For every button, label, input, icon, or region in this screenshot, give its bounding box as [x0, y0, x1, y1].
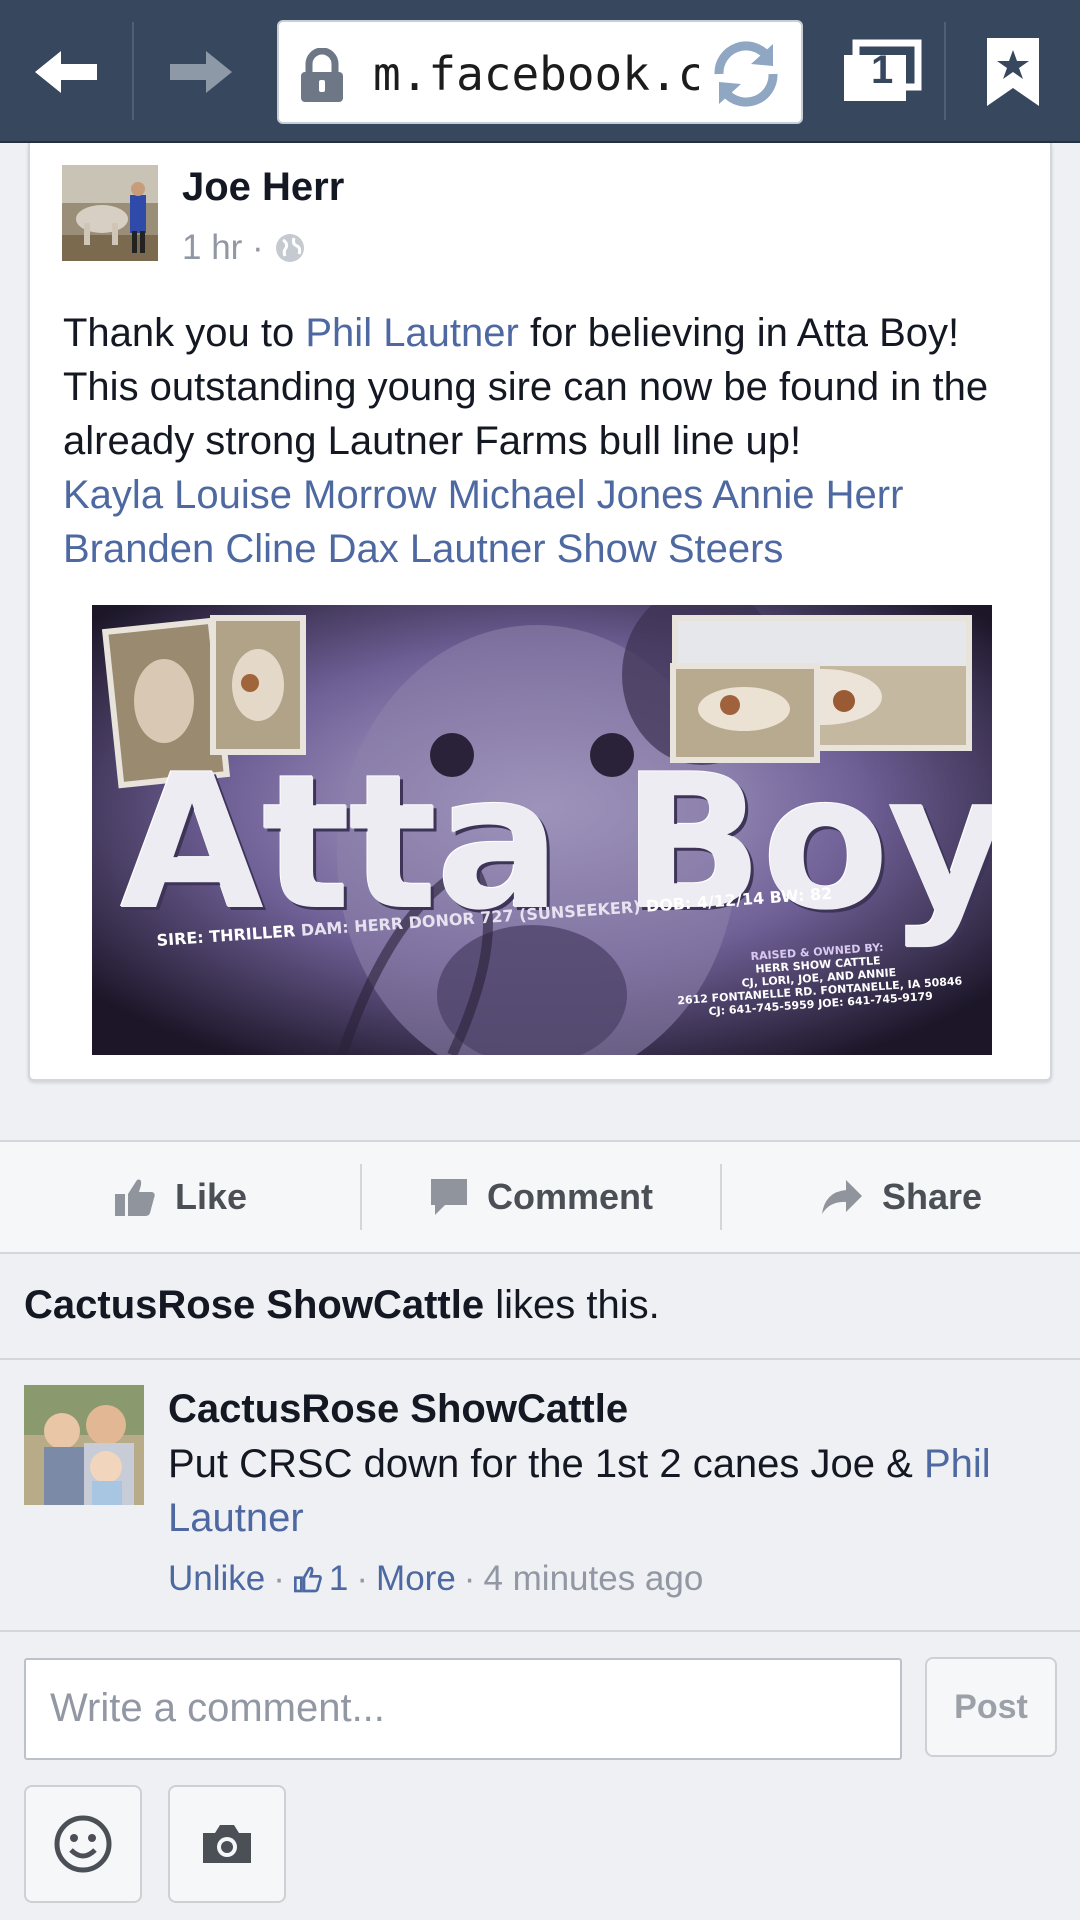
comment-text: Put CRSC down for the 1st 2 canes Joe & …	[168, 1437, 1048, 1545]
meta-separator: ·	[273, 1559, 285, 1598]
forward-button[interactable]	[134, 0, 268, 143]
tag-link[interactable]: Annie Herr	[712, 473, 903, 517]
comment-time[interactable]: 4 minutes ago	[483, 1559, 703, 1599]
smiley-icon	[54, 1815, 112, 1873]
post-card: Joe Herr 1 hr · Thank you to Phil Lautne…	[28, 143, 1052, 1081]
tabs-button[interactable]: 1	[820, 0, 944, 143]
post-button[interactable]: Post	[925, 1657, 1057, 1757]
small-thumbs-up-icon	[293, 1566, 322, 1593]
meta-separator: ·	[463, 1559, 476, 1598]
likes-summary: CactusRose ShowCattle likes this.	[24, 1283, 660, 1328]
like-count: 1	[328, 1559, 349, 1598]
tag-link[interactable]: Dax Lautner Show Steers	[328, 527, 784, 571]
bookmark-star-icon	[987, 37, 1039, 106]
commenter-avatar[interactable]	[24, 1385, 144, 1505]
comment-body: Put CRSC down for the 1st 2 canes Joe &	[168, 1442, 924, 1486]
commenter-photo	[24, 1385, 144, 1505]
author-avatar[interactable]	[62, 165, 158, 261]
more-link[interactable]: More	[376, 1559, 456, 1599]
post-author[interactable]: Joe Herr	[182, 165, 344, 210]
avatar-photo	[62, 165, 158, 261]
section-divider	[0, 1630, 1080, 1632]
photo-button[interactable]	[168, 1785, 286, 1903]
post-time[interactable]: 1 hr ·	[182, 228, 264, 268]
likes-suffix: likes this.	[484, 1283, 660, 1327]
share-arrow-icon	[821, 1180, 862, 1214]
tag-link[interactable]: Branden Cline	[63, 527, 317, 571]
reload-icon[interactable]	[707, 36, 785, 112]
camera-icon	[203, 1825, 251, 1863]
back-button[interactable]	[0, 0, 132, 143]
url-bar[interactable]: m.facebook.co	[277, 20, 803, 124]
comment-button[interactable]: Comment	[362, 1142, 720, 1252]
liker-name[interactable]: CactusRose ShowCattle	[24, 1283, 484, 1327]
post-text: Thank you to Phil Lautner for believing …	[63, 306, 1043, 576]
comment-like-count[interactable]: 1	[293, 1559, 348, 1599]
unlike-link[interactable]: Unlike	[168, 1559, 265, 1599]
sticker-button[interactable]	[24, 1785, 142, 1903]
post-photo[interactable]: Atta Boy SIRE: THRILLER DAM: HERR DONOR …	[92, 605, 992, 1055]
like-button[interactable]: Like	[0, 1142, 360, 1252]
comment-meta: Unlike · 1 · More · 4 minutes ago	[168, 1559, 703, 1599]
bookmark-button[interactable]	[946, 0, 1080, 143]
tag-link[interactable]: Kayla Louise Morrow	[63, 473, 437, 517]
post-action-bar: Like Comment Share	[0, 1140, 1080, 1254]
back-arrow-icon	[35, 50, 97, 93]
globe-icon	[275, 234, 304, 262]
lock-icon	[301, 48, 343, 102]
post-text-part: Thank you to	[63, 311, 306, 355]
comment-input[interactable]: Write a comment...	[24, 1658, 902, 1760]
section-divider	[0, 1358, 1080, 1360]
comment-author[interactable]: CactusRose ShowCattle	[168, 1387, 628, 1432]
thumbs-up-icon	[114, 1179, 155, 1216]
meta-separator: ·	[356, 1559, 369, 1598]
forward-arrow-icon	[170, 50, 232, 93]
tab-count: 1	[871, 48, 894, 92]
post-timestamp: 1 hr ·	[182, 228, 306, 268]
browser-toolbar: m.facebook.co 1	[0, 0, 1080, 143]
share-label: Share	[881, 1176, 983, 1217]
url-text: m.facebook.co	[373, 47, 699, 101]
comment-bubble-icon	[430, 1179, 467, 1215]
like-label: Like	[174, 1176, 248, 1217]
comment-label: Comment	[486, 1176, 653, 1217]
mention-link[interactable]: Phil Lautner	[305, 311, 518, 355]
tag-link[interactable]: Michael Jones	[448, 473, 704, 517]
share-button[interactable]: Share	[722, 1142, 1080, 1252]
